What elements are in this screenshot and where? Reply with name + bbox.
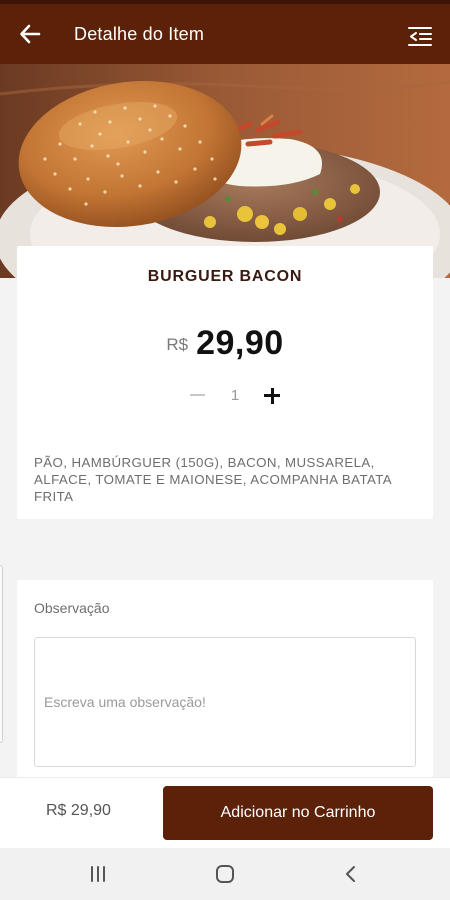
price-currency: R$ — [166, 335, 189, 354]
quantity-value: 1 — [230, 386, 240, 404]
cart-action-bar: R$ 29,90 Adicionar no Carrinho — [0, 777, 450, 848]
system-navigation-bar — [0, 848, 450, 900]
home-button[interactable] — [211, 862, 239, 886]
observation-label: Observação — [34, 600, 110, 616]
page-title: Detalhe do Item — [74, 23, 205, 44]
system-back-button[interactable] — [337, 862, 365, 886]
product-name: BURGUER BACON — [147, 268, 303, 285]
arrow-left-icon — [20, 24, 41, 44]
decrease-quantity-button[interactable] — [187, 384, 209, 406]
back-button[interactable] — [8, 12, 52, 56]
product-card: BURGUER BACON R$ 29,90 1 PÃO, HAMBÚRGUER … — [17, 246, 433, 519]
menu-button[interactable] — [400, 16, 440, 56]
app-bar: Detalhe do Item — [0, 0, 450, 64]
menu-list-icon — [408, 27, 432, 46]
price-value: 29,90 — [196, 324, 284, 362]
add-to-cart-button[interactable]: Adicionar no Carrinho — [163, 786, 433, 840]
total-price: R$ 29,90 — [46, 802, 111, 819]
recent-apps-icon — [91, 866, 105, 882]
product-description: PÃO, HAMBÚRGUER (150G), BACON, MUSSARELA… — [34, 455, 392, 504]
home-icon — [216, 865, 234, 883]
increase-quantity-button[interactable] — [261, 384, 283, 406]
side-drawer-handle[interactable] — [0, 565, 3, 743]
observation-input[interactable] — [34, 637, 416, 767]
quantity-stepper: 1 — [187, 382, 283, 408]
observation-card: Observação — [17, 580, 433, 790]
back-icon — [346, 866, 355, 882]
product-price: R$ 29,90 — [17, 324, 433, 363]
recent-apps-button[interactable] — [84, 862, 112, 886]
